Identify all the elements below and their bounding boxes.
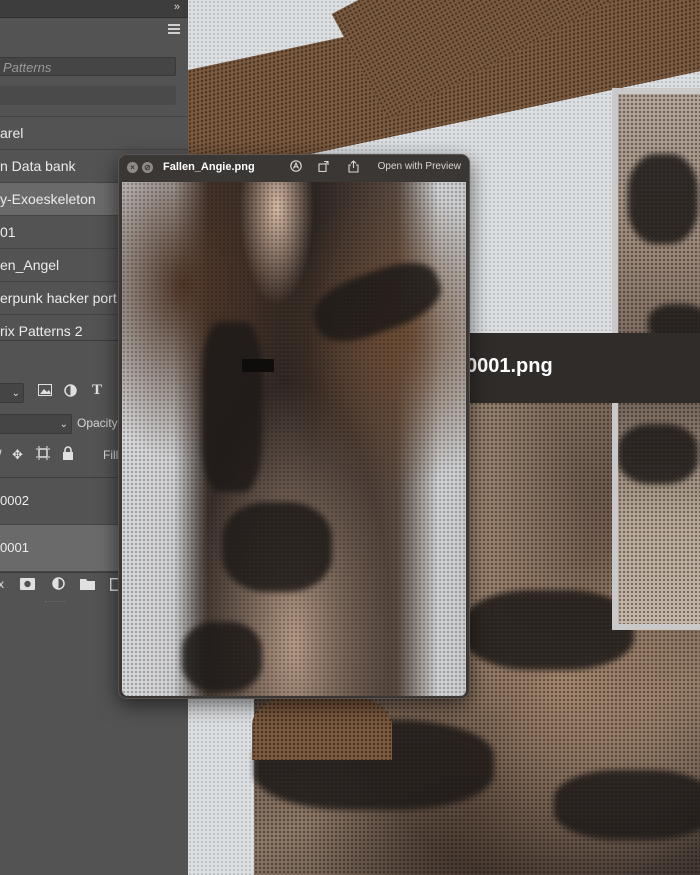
library-filter-field[interactable] bbox=[0, 86, 176, 105]
fx-icon[interactable]: x bbox=[0, 577, 4, 591]
canvas-title-band: 0001.png bbox=[466, 333, 700, 403]
adjustment-filter-icon[interactable] bbox=[64, 384, 77, 400]
canvas-lower-band bbox=[252, 690, 392, 760]
canvas-filename-text: 0001.png bbox=[466, 355, 553, 377]
blend-mode-select[interactable]: ⌄ bbox=[0, 414, 72, 434]
type-filter-icon[interactable]: T bbox=[92, 382, 102, 399]
library-search-input[interactable]: Patterns bbox=[0, 57, 176, 76]
layer-kind-select[interactable]: ⌄ bbox=[0, 383, 24, 403]
rotate-icon[interactable] bbox=[318, 160, 330, 175]
fullscreen-icon[interactable]: ⊘ bbox=[142, 162, 153, 173]
quicklook-window[interactable]: × ⊘ Fallen_Angie.png Open with Preview bbox=[118, 154, 470, 699]
quicklook-titlebar[interactable]: × ⊘ Fallen_Angie.png Open with Preview bbox=[119, 155, 469, 181]
fill-label: Fill bbox=[103, 448, 119, 462]
new-group-folder-icon[interactable] bbox=[80, 578, 95, 593]
markup-icon[interactable] bbox=[290, 160, 302, 175]
new-adjustment-icon[interactable] bbox=[52, 577, 65, 593]
opacity-label: Opacity bbox=[77, 416, 118, 430]
add-mask-icon[interactable] bbox=[20, 578, 35, 593]
panel-topbar: » bbox=[0, 0, 188, 18]
lock-brush-icon[interactable]: / bbox=[0, 447, 2, 462]
open-with-preview-button[interactable]: Open with Preview bbox=[378, 161, 461, 172]
lock-position-icon[interactable]: ✥ bbox=[12, 447, 23, 463]
panel-menu-icon[interactable] bbox=[168, 24, 180, 34]
panel-resize-handle[interactable] bbox=[45, 601, 65, 604]
share-icon[interactable] bbox=[348, 160, 359, 176]
close-icon[interactable]: × bbox=[127, 162, 138, 173]
redaction-bar bbox=[242, 359, 274, 372]
quicklook-title: Fallen_Angie.png bbox=[163, 161, 255, 173]
image-filter-icon[interactable] bbox=[38, 384, 52, 399]
quicklook-preview-image bbox=[122, 182, 466, 696]
lock-artboard-icon[interactable] bbox=[36, 446, 50, 463]
collapse-panel-icon[interactable]: » bbox=[174, 1, 180, 13]
lock-all-icon[interactable] bbox=[62, 446, 74, 463]
library-item[interactable]: arel bbox=[0, 116, 188, 149]
